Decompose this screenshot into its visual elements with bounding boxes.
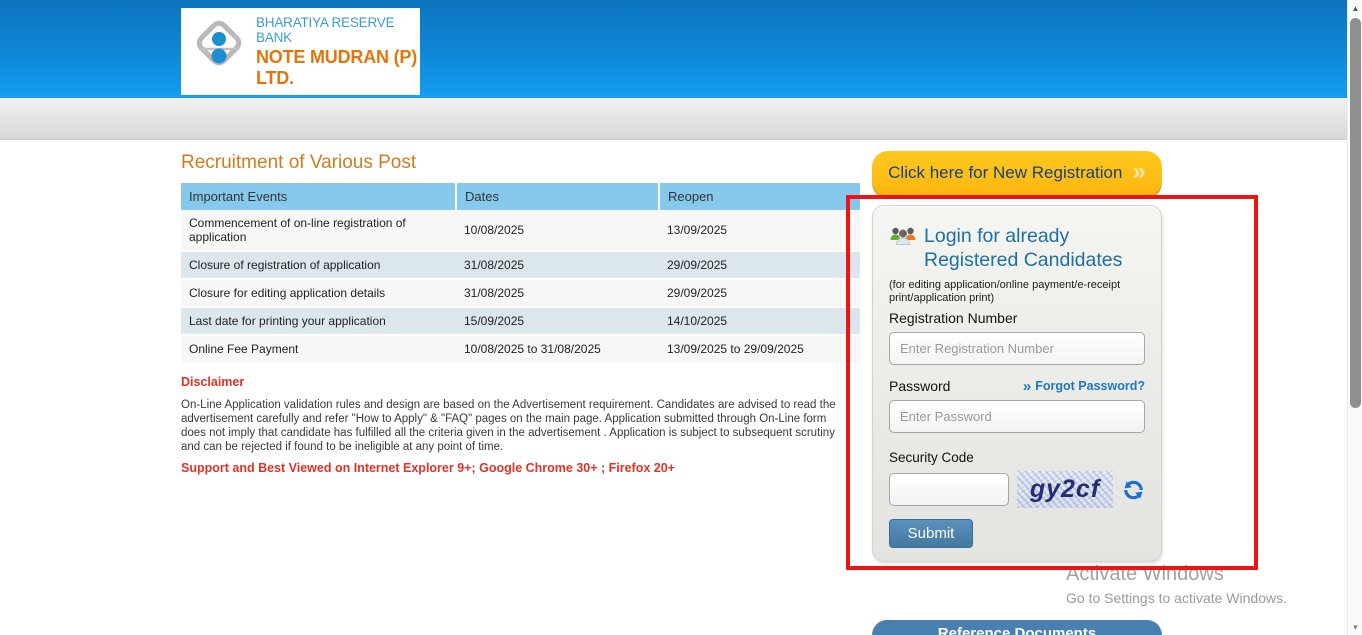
date-cell: 15/09/2025 [456,307,659,335]
chevron-right-icon: » [1023,379,1031,394]
brand-logo: BHARATIYA RESERVE BANK NOTE MUDRAN (P) L… [181,8,420,95]
logo-line2: NOTE MUDRAN (P) LTD. [256,47,420,89]
security-code-label: Security Code [889,450,1145,465]
date-cell: 10/08/2025 to 31/08/2025 [456,335,659,363]
watermark-subtitle: Go to Settings to activate Windows. [1066,590,1287,606]
new-registration-label: Click here for New Registration [888,163,1122,183]
login-panel: Login for already Registered Candidates … [872,205,1162,562]
event-cell: Online Fee Payment [181,335,456,363]
registration-number-input[interactable] [889,332,1145,365]
col-dates: Dates [456,183,659,210]
reference-documents-bar[interactable]: Reference Documents [872,620,1162,635]
event-cell: Commencement of on-line registration of … [181,210,456,251]
col-reopen: Reopen [659,183,860,210]
table-row: Closure for editing application details … [181,279,860,307]
scroll-up-arrow-icon[interactable]: ▲ [1348,0,1362,16]
registration-number-label: Registration Number [889,310,1145,326]
nav-bar [0,98,1362,140]
reopen-cell: 13/09/2025 to 29/09/2025 [659,335,860,363]
activate-windows-watermark: Activate Windows Go to Settings to activ… [1066,563,1287,606]
captcha-refresh-icon[interactable] [1122,479,1145,501]
table-row: Commencement of on-line registration of … [181,210,860,251]
event-cell: Closure for editing application details [181,279,456,307]
disclaimer-block: Disclaimer On-Line Application validatio… [181,375,853,454]
registered-users-icon [889,224,917,272]
table-row: Last date for printing your application … [181,307,860,335]
forgot-password-label: Forgot Password? [1035,379,1145,393]
event-cell: Last date for printing your application [181,307,456,335]
date-cell: 31/08/2025 [456,279,659,307]
brbnmpl-logo-icon [191,18,247,85]
events-table: Important Events Dates Reopen Commenceme… [181,183,860,364]
logo-line1: BHARATIYA RESERVE BANK [256,15,420,45]
browser-support-note: Support and Best Viewed on Internet Expl… [181,461,861,475]
reopen-cell: 13/09/2025 [659,210,860,251]
event-cell: Closure of registration of application [181,251,456,279]
reopen-cell: 29/09/2025 [659,251,860,279]
table-row: Closure of registration of application 3… [181,251,860,279]
login-note: (for editing application/online payment/… [889,279,1145,305]
scrollbar-thumb[interactable] [1350,18,1361,408]
password-label: Password [889,378,950,394]
forgot-password-link[interactable]: » Forgot Password? [1023,379,1145,394]
submit-button[interactable]: Submit [889,519,973,548]
double-chevron-icon: » [1132,160,1145,184]
vertical-scrollbar[interactable]: ▲ ▼ [1347,0,1362,635]
date-cell: 31/08/2025 [456,251,659,279]
table-header-row: Important Events Dates Reopen [181,183,860,210]
table-row: Online Fee Payment 10/08/2025 to 31/08/2… [181,335,860,363]
watermark-title: Activate Windows [1066,563,1287,586]
date-cell: 10/08/2025 [456,210,659,251]
password-input[interactable] [889,400,1145,433]
captcha-image: gy2cf [1017,471,1113,508]
login-title: Login for already Registered Candidates [924,224,1136,272]
disclaimer-body: On-Line Application validation rules and… [181,398,853,454]
page-title: Recruitment of Various Post [181,152,416,174]
security-code-input[interactable] [889,473,1009,506]
reopen-cell: 14/10/2025 [659,307,860,335]
disclaimer-title: Disclaimer [181,375,853,389]
new-registration-button[interactable]: Click here for New Registration » [872,151,1162,195]
reopen-cell: 29/09/2025 [659,279,860,307]
col-important-events: Important Events [181,183,456,210]
scroll-down-arrow-icon[interactable]: ▼ [1348,619,1362,635]
